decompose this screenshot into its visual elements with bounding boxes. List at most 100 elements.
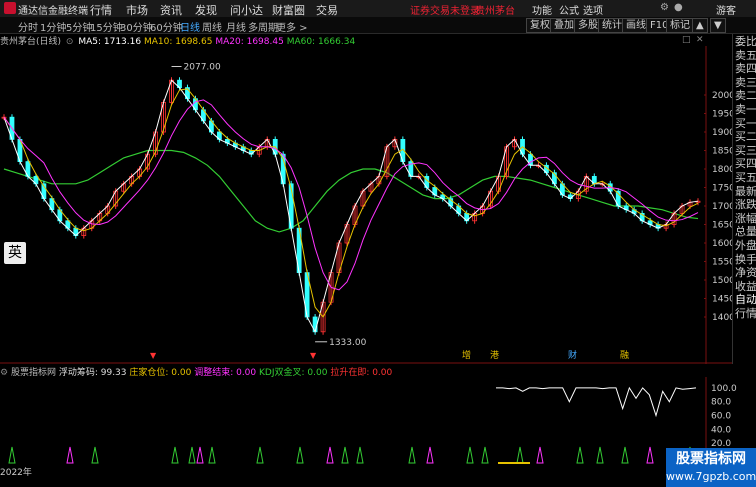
user-icon[interactable]: ● [674, 2, 683, 13]
signal-spike [466, 446, 474, 464]
side-item-5[interactable]: 卖一 [735, 103, 756, 117]
chips-line [496, 386, 697, 418]
main-legend: 贵州茅台(日线) ⊙ MA5: 1713.16 MA10: 1698.65 MA… [0, 34, 355, 47]
candlestick-chart[interactable]: 2000 1950 1900 1850 1800 1750 1700 1650 1600 1550… [0, 46, 732, 364]
price-tick: 1650 [712, 221, 732, 231]
period-multi[interactable]: 多周期 [248, 19, 278, 34]
signal-spike [341, 446, 349, 464]
year-label: 2022年 [0, 468, 32, 478]
app-title: 通达信金融终端 [18, 6, 88, 17]
period-weekly[interactable]: 周线 [202, 19, 222, 34]
side-item-13[interactable]: 涨幅 [735, 212, 756, 226]
event-marker[interactable]: 融 [620, 350, 629, 361]
side-item-0[interactable]: 委比 [735, 35, 756, 49]
period-toolbar: 分时 1分钟 5分钟 15分钟 30分钟 60分钟 日线 周线 月线 多周期 更… [0, 17, 756, 34]
ma20-line [3, 99, 699, 291]
sub-tick: 100.0 [711, 384, 737, 394]
side-item-3[interactable]: 卖三 [735, 76, 756, 90]
period-monthly[interactable]: 月线 [226, 19, 246, 34]
period-60min[interactable]: 60分钟 [150, 19, 183, 34]
ying-button[interactable]: 英 [4, 242, 26, 264]
event-marker[interactable]: 财 [568, 349, 577, 361]
menu-caifuquan[interactable]: 财富圈 [272, 2, 305, 18]
side-item-10[interactable]: 买五 [735, 171, 756, 185]
side-item-8[interactable]: 买三 [735, 144, 756, 158]
top-stock-name[interactable]: 贵州茅台 [475, 2, 515, 17]
period-1min[interactable]: 1分钟 [40, 19, 66, 34]
menu-hangqing[interactable]: 行情 [90, 2, 112, 18]
period-5min[interactable]: 5分钟 [66, 19, 92, 34]
sub-tick: 80.0 [711, 398, 731, 408]
tool-down-icon[interactable]: ▼ [710, 18, 726, 33]
panel-restore-icon[interactable]: □ [682, 35, 691, 45]
signal-spike [171, 446, 179, 464]
menu-faxian[interactable]: 发现 [195, 2, 217, 18]
signal-spike [596, 446, 604, 464]
side-item-17[interactable]: 净资 [735, 267, 756, 280]
period-30min[interactable]: 30分钟 [120, 19, 153, 34]
side-item-4[interactable]: 卖二 [735, 90, 756, 103]
indicator-chart[interactable]: 100.080.060.040.020.0 [0, 377, 756, 465]
login-warning[interactable]: 证券交易未登录 [410, 2, 480, 17]
ma60-line [3, 149, 699, 233]
price-tick: 1700 [712, 202, 732, 212]
ma10-line [3, 88, 699, 318]
signal-spike [8, 446, 16, 464]
watermark-title: 股票指标网 [676, 451, 746, 467]
event-marker[interactable]: 港 [490, 349, 499, 361]
app-title-bar: 通达信金融终端 行情 市场 资讯 发现 问小达 财富圈 交易 证券交易未登录 贵… [0, 0, 756, 18]
guest-label[interactable]: 游客 [716, 2, 736, 17]
side-item-12[interactable]: 涨跌 [735, 199, 756, 212]
side-item-2[interactable]: 卖四 [735, 63, 756, 76]
high-annotation: 2077.00 [184, 63, 221, 73]
side-item-19[interactable]: 自动 [735, 294, 756, 307]
watermark-logo: 股票指标网 www.7gpzb.com [666, 448, 756, 487]
settings-icon[interactable]: ⚙ [660, 2, 669, 13]
side-item-9[interactable]: 买四 [735, 158, 756, 171]
signal-spike [576, 446, 584, 464]
period-15min[interactable]: 15分钟 [90, 19, 123, 34]
quote-side-panel: 委比 卖五 卖四 卖三 卖二 卖一 买一 买二 买三 买四 买五 最新 涨跌 涨幅 总量 外盘 换手 净资 收益 自动… [732, 34, 756, 364]
menu-shichang[interactable]: 市场 [126, 2, 148, 18]
price-tick: 1950 [712, 110, 732, 120]
event-marker[interactable]: 增 [462, 349, 471, 361]
price-tick: 1750 [712, 184, 732, 194]
side-item-18[interactable]: 收益 [735, 280, 756, 294]
period-fenshi[interactable]: 分时 [18, 19, 38, 34]
signal-spike [621, 446, 629, 464]
signal-spike [66, 446, 74, 464]
app-logo-icon [4, 2, 16, 14]
panel-close-icon[interactable]: ✕ [696, 35, 704, 45]
tool-up-icon[interactable]: ▲ [692, 18, 708, 33]
menu-gongneng[interactable]: 功能 [532, 2, 552, 17]
period-more[interactable]: 更多 > [276, 19, 308, 34]
price-tick: 1900 [712, 128, 732, 138]
signal-spike [408, 446, 416, 464]
signal-spike [256, 446, 264, 464]
low-annotation: 1333.00 [329, 338, 366, 348]
side-item-20[interactable]: 行情 [735, 307, 756, 321]
period-daily[interactable]: 日线 [180, 19, 200, 34]
signal-spike [426, 446, 434, 464]
price-tick: 1600 [712, 239, 732, 249]
signal-spike [516, 446, 524, 464]
menu-jiaoyi[interactable]: 交易 [316, 2, 338, 18]
signal-spike [208, 446, 216, 464]
watermark-url: www.7gpzb.com [666, 470, 756, 483]
side-item-11[interactable]: 最新 [735, 185, 756, 199]
side-item-15[interactable]: 外盘 [735, 239, 756, 253]
menu-gongshi[interactable]: 公式 [559, 2, 579, 17]
side-item-14[interactable]: 总量 [735, 226, 756, 239]
menu-zixun[interactable]: 资讯 [160, 2, 182, 18]
event-marker-small[interactable]: ▼ [150, 351, 157, 360]
price-tick: 1550 [712, 258, 732, 268]
tool-biaoji[interactable]: 标记 [666, 18, 694, 33]
menu-xuanxiang[interactable]: 选项 [583, 2, 603, 17]
side-item-1[interactable]: 卖五 [735, 49, 756, 63]
side-item-6[interactable]: 买一 [735, 117, 756, 131]
event-marker-small[interactable]: ▼ [310, 351, 317, 360]
menu-wenxiaoda[interactable]: 问小达 [230, 2, 263, 18]
side-item-7[interactable]: 买二 [735, 131, 756, 144]
signal-spike [536, 446, 544, 464]
side-item-16[interactable]: 换手 [735, 253, 756, 267]
